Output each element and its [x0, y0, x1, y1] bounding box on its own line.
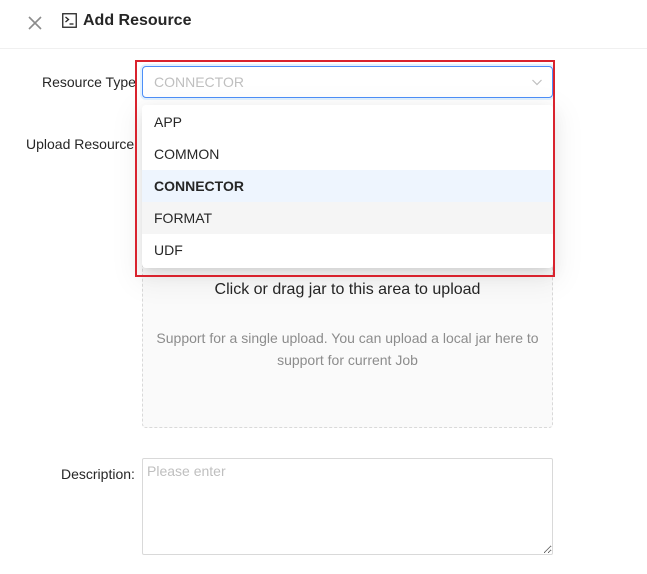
- description-field[interactable]: [142, 458, 553, 555]
- description-label: Description:: [61, 466, 135, 482]
- description-label-text: Description: [61, 466, 132, 482]
- option-connector[interactable]: CONNECTOR: [142, 170, 553, 202]
- description-label-colon: :: [131, 466, 135, 482]
- close-icon[interactable]: [24, 12, 46, 34]
- chevron-down-icon: [531, 76, 543, 88]
- upload-hint: Support for a single upload. You can upl…: [156, 330, 539, 368]
- upload-resource-label: Upload Resource: [26, 136, 135, 152]
- resource-type-label: Resource Type: [42, 74, 136, 90]
- upload-title: Click or drag jar to this area to upload: [214, 281, 481, 298]
- resource-type-dropdown: APP COMMON CONNECTOR FORMAT UDF: [142, 105, 553, 268]
- close-button[interactable]: [24, 12, 46, 34]
- option-udf[interactable]: UDF: [142, 234, 553, 266]
- resource-type-select[interactable]: CONNECTOR: [142, 66, 553, 98]
- upload-dropzone[interactable]: Click or drag jar to this area to upload…: [142, 248, 553, 428]
- drawer-header: Add Resource: [0, 0, 647, 49]
- option-common[interactable]: COMMON: [142, 138, 553, 170]
- resource-type-value: CONNECTOR: [154, 74, 244, 90]
- option-format[interactable]: FORMAT: [142, 202, 553, 234]
- terminal-icon: [62, 13, 77, 28]
- option-app[interactable]: APP: [142, 106, 553, 138]
- drawer-title: Add Resource: [83, 12, 192, 29]
